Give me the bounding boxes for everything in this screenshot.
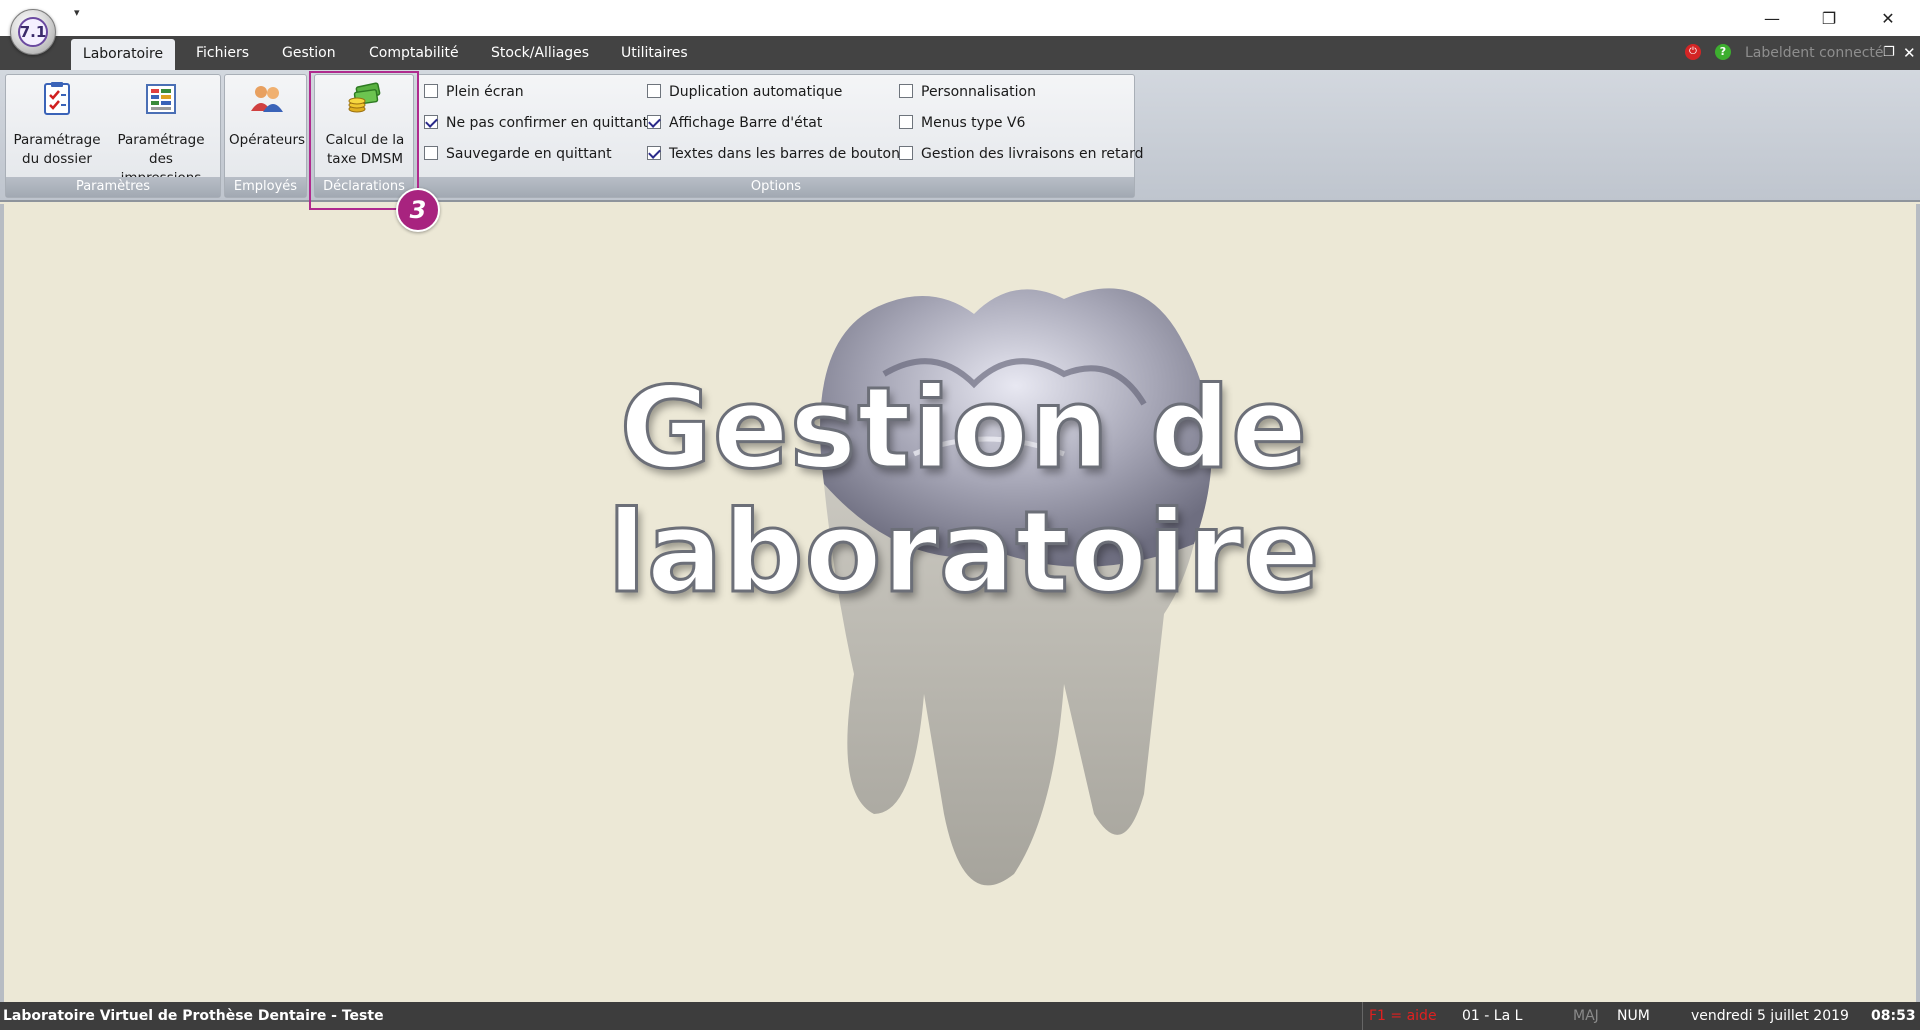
- ribbon-group-parametres: Paramétrage du dossier Paramétrage des i…: [5, 74, 221, 198]
- money-icon: [348, 82, 381, 113]
- app-logo-text: 7.1: [18, 17, 48, 47]
- calcul-taxe-dmsm-button[interactable]: Calcul de la taxe DMSM: [319, 79, 411, 175]
- option-textes-boutons-label: Textes dans les barres de boutons: [669, 146, 908, 162]
- parametrage-dossier-label-2: du dossier: [22, 151, 92, 167]
- status-num-lock: NUM: [1617, 1008, 1650, 1024]
- ribbon-group-employes: Opérateurs Employés: [224, 74, 307, 198]
- menu-tab-bar: Laboratoire Fichiers Gestion Comptabilit…: [0, 36, 1920, 70]
- group-label-options: Options: [418, 177, 1134, 197]
- operateurs-label: Opérateurs: [229, 132, 306, 148]
- checkbox-personnalisation[interactable]: [899, 84, 913, 98]
- parametrage-impressions-label-1: Paramétrage des: [117, 132, 205, 167]
- close-child-window-icon[interactable]: ✕: [1903, 36, 1916, 70]
- option-duplication[interactable]: Duplication automatique: [647, 82, 842, 102]
- group-label-parametres: Paramètres: [6, 177, 220, 197]
- ribbon-group-declarations: Calcul de la taxe DMSM Déclarations: [314, 74, 414, 198]
- parametrage-dossier-label-1: Paramétrage: [13, 132, 101, 148]
- splash-title-line-1: Gestion de: [618, 363, 1309, 496]
- minimize-button[interactable]: —: [1750, 4, 1794, 32]
- maximize-button[interactable]: ❐: [1807, 4, 1851, 32]
- parametrage-dossier-button[interactable]: Paramétrage du dossier: [10, 79, 104, 175]
- checkbox-livraisons-retard[interactable]: [899, 146, 913, 160]
- status-user: 01 - La L: [1462, 1008, 1523, 1024]
- help-icon[interactable]: ?: [1715, 44, 1731, 60]
- tab-laboratoire[interactable]: Laboratoire: [71, 39, 175, 70]
- option-barre-etat-label: Affichage Barre d'état: [669, 115, 823, 131]
- checkbox-textes-boutons[interactable]: [647, 146, 661, 160]
- power-icon[interactable]: ⏻: [1685, 44, 1701, 60]
- print-settings-icon: [146, 84, 176, 114]
- option-sauvegarde[interactable]: Sauvegarde en quittant: [424, 144, 612, 164]
- status-time: 08:53: [1871, 1008, 1916, 1024]
- step-number-badge: 3: [396, 188, 440, 232]
- option-ne-pas-confirmer[interactable]: Ne pas confirmer en quittant: [424, 113, 648, 133]
- parametrage-impressions-button[interactable]: Paramétrage des impressions: [104, 79, 218, 186]
- tab-fichiers[interactable]: Fichiers: [196, 36, 249, 70]
- calcul-taxe-label-2: taxe DMSM: [327, 151, 403, 167]
- ribbon: Paramétrage du dossier Paramétrage des i…: [0, 70, 1920, 202]
- group-label-declarations: Déclarations: [315, 177, 413, 197]
- status-help: F1 = aide: [1362, 1002, 1437, 1030]
- option-ne-pas-confirmer-label: Ne pas confirmer en quittant: [446, 115, 649, 131]
- users-icon: [250, 86, 283, 112]
- status-bar: Laboratoire Virtuel de Prothèse Dentaire…: [0, 1002, 1920, 1030]
- option-textes-boutons[interactable]: Textes dans les barres de boutons: [647, 144, 907, 164]
- restore-child-window-icon[interactable]: ❐: [1883, 36, 1895, 70]
- splash-title-line-2: laboratoire: [606, 487, 1321, 620]
- title-bar: 7.1 ▾ — ❐ ✕: [0, 0, 1920, 55]
- option-livraisons-retard[interactable]: Gestion des livraisons en retard: [899, 144, 1144, 164]
- main-workspace: Gestion de laboratoire: [0, 204, 1920, 1002]
- option-sauvegarde-label: Sauvegarde en quittant: [446, 146, 612, 162]
- checkbox-sauvegarde[interactable]: [424, 146, 438, 160]
- option-livraisons-retard-label: Gestion des livraisons en retard: [921, 146, 1144, 162]
- option-menus-v6[interactable]: Menus type V6: [899, 113, 1025, 133]
- connection-status: Labeldent connecté: [1745, 45, 1884, 61]
- tab-stock-alliages[interactable]: Stock/Alliages: [491, 36, 589, 70]
- app-logo-button[interactable]: 7.1: [10, 9, 56, 55]
- close-button[interactable]: ✕: [1866, 4, 1910, 32]
- option-plein-ecran-label: Plein écran: [446, 84, 524, 100]
- quick-access-dropdown-icon[interactable]: ▾: [74, 6, 80, 19]
- option-personnalisation-label: Personnalisation: [921, 84, 1036, 100]
- tab-utilitaires[interactable]: Utilitaires: [621, 36, 688, 70]
- checklist-icon: [44, 82, 70, 115]
- ribbon-group-options: Plein écran Ne pas confirmer en quittant…: [417, 74, 1144, 198]
- checkbox-menus-v6[interactable]: [899, 115, 913, 129]
- operateurs-button[interactable]: Opérateurs: [229, 79, 306, 175]
- group-label-employes: Employés: [225, 177, 306, 197]
- status-date: vendredi 5 juillet 2019: [1691, 1008, 1849, 1024]
- checkbox-ne-pas-confirmer[interactable]: [424, 115, 438, 129]
- option-barre-etat[interactable]: Affichage Barre d'état: [647, 113, 822, 133]
- checkbox-plein-ecran[interactable]: [424, 84, 438, 98]
- tab-comptabilite[interactable]: Comptabilité: [369, 36, 459, 70]
- option-duplication-label: Duplication automatique: [669, 84, 843, 100]
- option-plein-ecran[interactable]: Plein écran: [424, 82, 524, 102]
- option-menus-v6-label: Menus type V6: [921, 115, 1026, 131]
- option-personnalisation[interactable]: Personnalisation: [899, 82, 1036, 102]
- status-app-name: Laboratoire Virtuel de Prothèse Dentaire…: [3, 1008, 384, 1024]
- calcul-taxe-label-1: Calcul de la: [325, 132, 405, 148]
- tab-gestion[interactable]: Gestion: [282, 36, 336, 70]
- checkbox-barre-etat[interactable]: [647, 115, 661, 129]
- status-caps-lock: MAJ: [1573, 1008, 1599, 1024]
- checkbox-duplication[interactable]: [647, 84, 661, 98]
